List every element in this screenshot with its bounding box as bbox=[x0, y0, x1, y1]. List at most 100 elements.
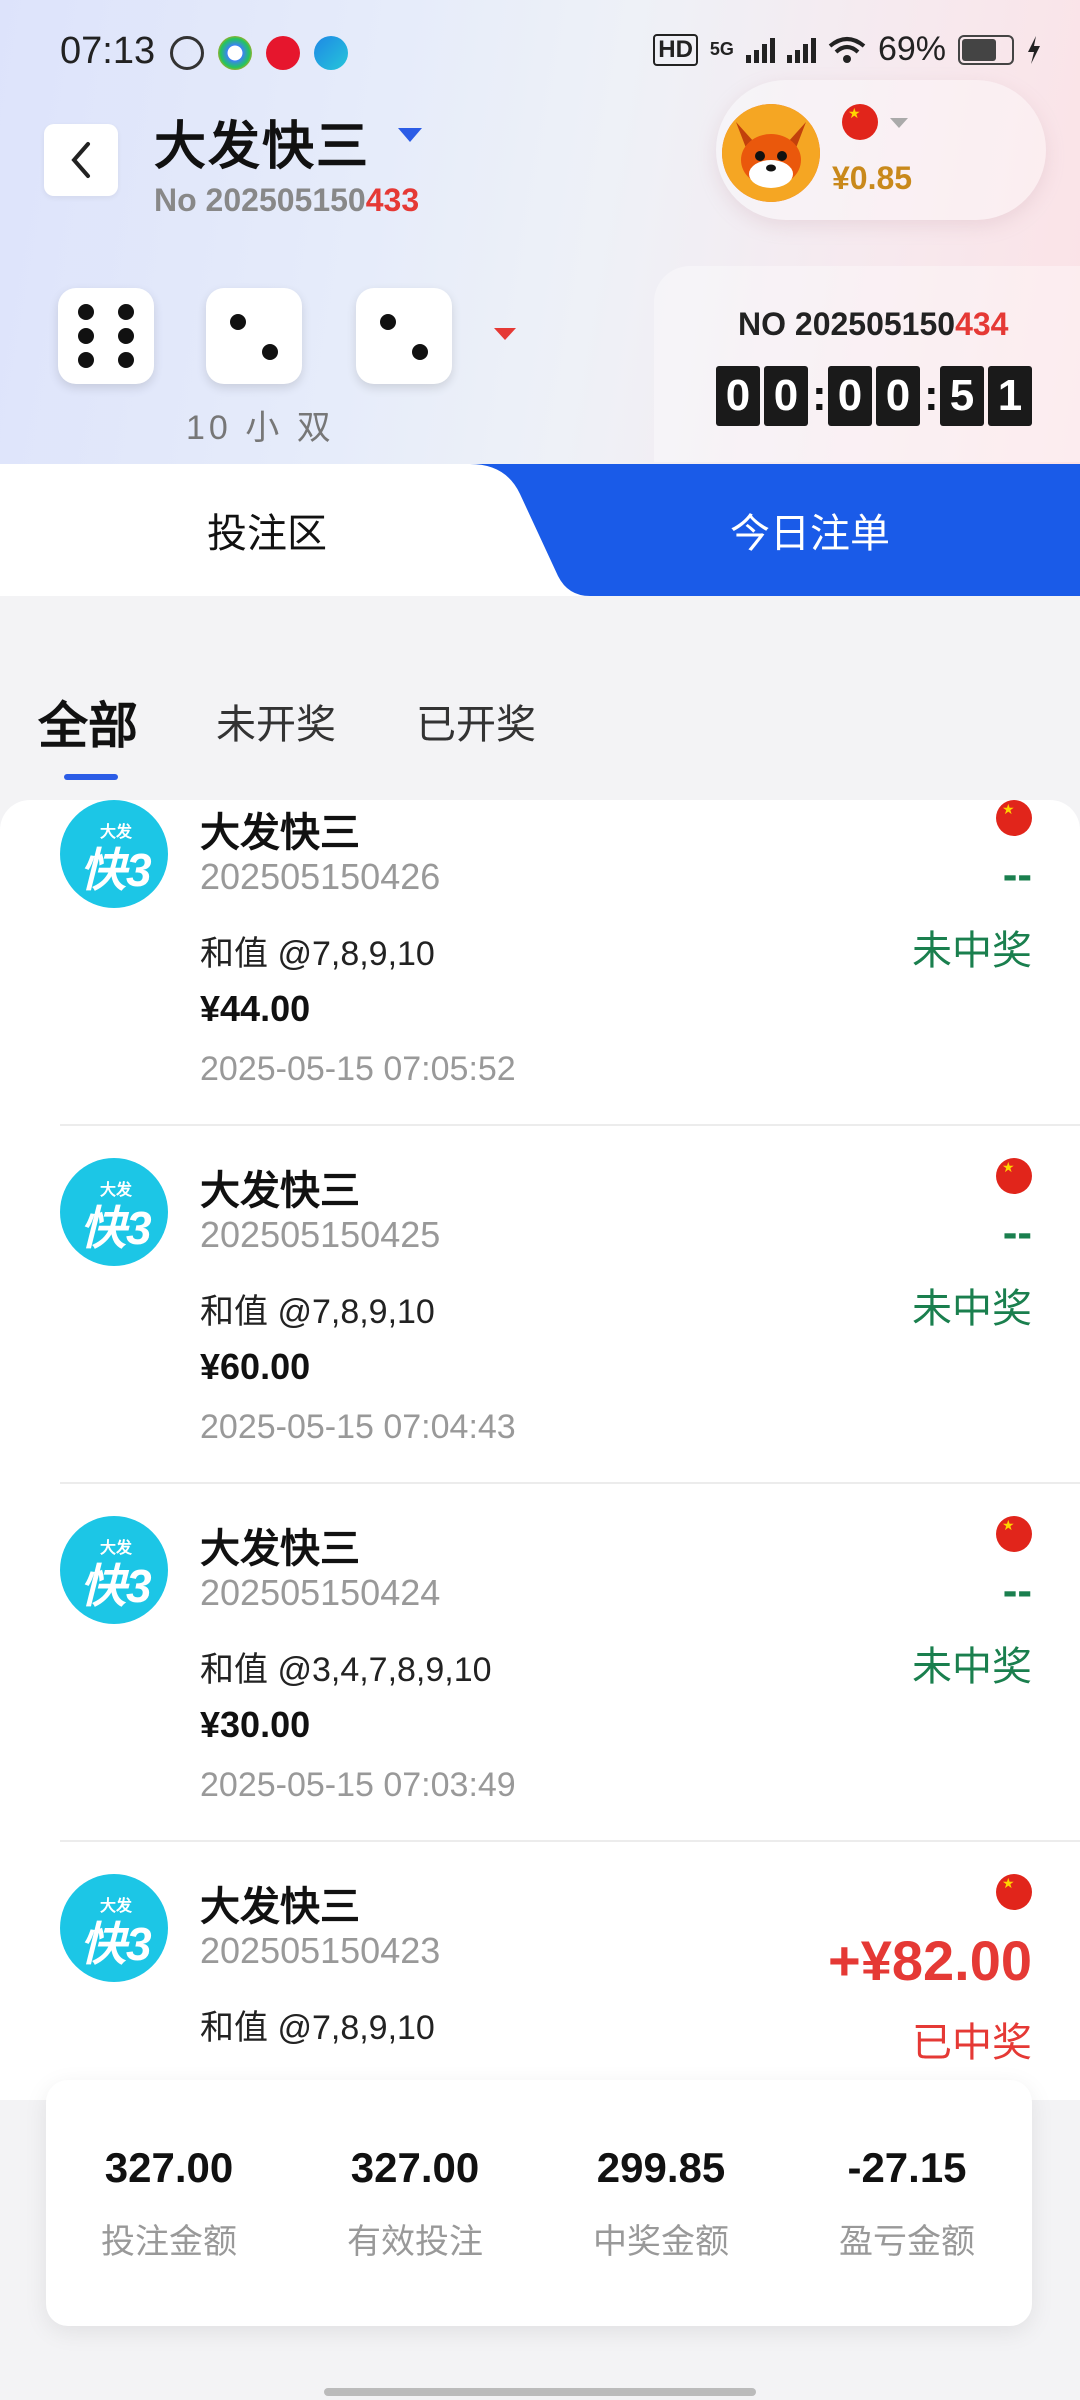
account-balance: ¥0.85 bbox=[832, 160, 913, 196]
game-logo-icon: 大发 快3 bbox=[60, 800, 168, 908]
order-item[interactable]: 大发 快3 大发快三 202505150424 和值 @3,4,7,8,9,10 … bbox=[0, 1516, 1080, 1884]
china-flag-icon bbox=[996, 1158, 1032, 1194]
fox-icon bbox=[722, 104, 820, 202]
next-draw-box bbox=[654, 266, 1080, 462]
network-type-label: 5G bbox=[709, 39, 734, 59]
order-time: 2025-05-15 07:04:43 bbox=[200, 1408, 516, 1446]
charging-icon bbox=[1028, 35, 1040, 64]
status-time: 07:13 bbox=[60, 30, 156, 72]
summary-value: -27.15 bbox=[847, 2144, 967, 2191]
user-dropdown-caret-icon[interactable] bbox=[890, 118, 908, 128]
wifi-icon bbox=[828, 36, 866, 63]
chevron-left-icon bbox=[71, 142, 90, 178]
summary-label: 中奖金额 bbox=[593, 2223, 729, 2261]
china-flag-icon bbox=[996, 1874, 1032, 1910]
order-time: 2025-05-15 07:03:49 bbox=[200, 1766, 516, 1804]
summary-value: 299.85 bbox=[596, 2144, 726, 2191]
order-game-name: 大发快三 bbox=[200, 1527, 360, 1571]
summary-label: 有效投注 bbox=[347, 2223, 483, 2261]
browser-app-icon bbox=[218, 36, 252, 70]
order-status: 未中奖 bbox=[912, 1645, 1032, 1689]
dice-1 bbox=[58, 288, 154, 384]
order-issue: 202505150426 bbox=[200, 856, 441, 897]
filter-all[interactable]: 全部 bbox=[38, 686, 138, 758]
summary-label: 盈亏金额 bbox=[839, 2223, 975, 2261]
countdown-digit: 0 bbox=[876, 366, 920, 426]
signal-icon bbox=[745, 37, 775, 63]
countdown-colon: : bbox=[812, 371, 827, 420]
summary-value: 327.00 bbox=[350, 2144, 480, 2191]
order-pick: 和值 @3,4,7,8,9,10 bbox=[200, 1651, 492, 1689]
divider bbox=[60, 1482, 1080, 1484]
next-issue-number: NO 202505150434 bbox=[738, 306, 1009, 342]
order-item[interactable]: 大发快3 大发快三 202505150423 和值 @7,8,9,10 +¥82… bbox=[0, 1874, 1080, 2100]
order-list[interactable]: 大发 快3 大发快三 202505150426 和值 @7,8,9,10 ¥44.… bbox=[0, 800, 1080, 2100]
order-item[interactable]: 大发 快3 大发快三 202505150425 和值 @7,8,9,10 ¥60.… bbox=[0, 1158, 1080, 1526]
countdown-digit: 0 bbox=[716, 366, 760, 426]
order-game-name: 大发快三 bbox=[200, 811, 360, 855]
last-result-summary: 10 小 双 bbox=[186, 409, 335, 447]
battery-icon bbox=[958, 34, 1014, 65]
tab-today-orders[interactable]: 今日注单 bbox=[540, 464, 1080, 596]
game-select-caret-icon[interactable] bbox=[398, 128, 422, 142]
order-amount: ¥60.00 bbox=[200, 1346, 311, 1387]
china-flag-icon bbox=[996, 800, 1032, 836]
countdown-digit: 1 bbox=[988, 366, 1032, 426]
notification-icons bbox=[170, 36, 348, 70]
order-status: 未中奖 bbox=[912, 929, 1032, 973]
k-app-icon bbox=[170, 36, 204, 70]
order-status: 未中奖 bbox=[912, 1287, 1032, 1331]
order-pick: 和值 @7,8,9,10 bbox=[200, 1293, 435, 1331]
filter-pending[interactable]: 未开奖 bbox=[216, 692, 336, 750]
battery-percent: 69% bbox=[877, 30, 946, 68]
filter-active-indicator bbox=[64, 774, 118, 780]
order-game-name: 大发快三 bbox=[200, 1885, 360, 1929]
order-amount: ¥44.00 bbox=[200, 988, 311, 1029]
summary-bet-amount: 327.00 投注金额 bbox=[46, 2144, 292, 2263]
summary-valid-bet: 327.00 有效投注 bbox=[292, 2144, 538, 2263]
history-caret-icon[interactable] bbox=[494, 328, 516, 340]
countdown-timer: 0 0 : 0 0 : 5 1 bbox=[716, 366, 1032, 426]
order-win-amount: -- bbox=[1002, 1566, 1032, 1615]
order-item[interactable]: 大发 快3 大发快三 202505150426 和值 @7,8,9,10 ¥44.… bbox=[0, 800, 1080, 1168]
countdown-digit: 0 bbox=[764, 366, 808, 426]
game-logo-icon: 大发 快3 bbox=[60, 1516, 168, 1624]
order-pick: 和值 @7,8,9,10 bbox=[200, 935, 435, 973]
summary-card: 327.00 投注金额 327.00 有效投注 299.85 中奖金额 -27.… bbox=[46, 2080, 1032, 2326]
game-logo-icon: 大发 快3 bbox=[60, 1874, 168, 1982]
fox-avatar[interactable] bbox=[722, 104, 820, 202]
dice-2 bbox=[206, 288, 302, 384]
order-issue: 202505150424 bbox=[200, 1572, 441, 1613]
divider bbox=[60, 1124, 1080, 1126]
order-pick: 和值 @7,8,9,10 bbox=[200, 2009, 435, 2047]
divider bbox=[60, 1840, 1080, 1842]
weibo-icon bbox=[266, 36, 300, 70]
order-filter-tabs: 全部 未开奖 已开奖 bbox=[0, 670, 1080, 780]
back-button[interactable] bbox=[44, 124, 118, 196]
order-win-amount: -- bbox=[1002, 1208, 1032, 1257]
edge-icon bbox=[314, 36, 348, 70]
summary-prize-amount: 299.85 中奖金额 bbox=[538, 2144, 784, 2263]
countdown-colon: : bbox=[924, 371, 939, 420]
home-indicator[interactable] bbox=[324, 2388, 756, 2396]
main-tabs: 投注区 今日注单 bbox=[0, 464, 1080, 596]
order-win-amount: +¥82.00 bbox=[828, 1929, 1032, 1992]
status-right: HD 5G 69% bbox=[653, 30, 1042, 69]
order-game-name: 大发快三 bbox=[200, 1169, 360, 1213]
hd-icon: HD bbox=[653, 33, 698, 66]
signal-icon-2 bbox=[786, 37, 816, 63]
summary-label: 投注金额 bbox=[101, 2223, 237, 2261]
china-flag-icon bbox=[996, 1516, 1032, 1552]
order-amount: ¥30.00 bbox=[200, 1704, 311, 1745]
order-time: 2025-05-15 07:05:52 bbox=[200, 1050, 516, 1088]
summary-profit: -27.15 盈亏金额 bbox=[784, 2144, 1030, 2263]
china-flag-icon bbox=[842, 104, 878, 140]
dice-3 bbox=[356, 288, 452, 384]
game-logo-icon: 大发 快3 bbox=[60, 1158, 168, 1266]
summary-value: 327.00 bbox=[104, 2144, 234, 2191]
order-issue: 202505150425 bbox=[200, 1214, 441, 1255]
tab-bet-area[interactable]: 投注区 bbox=[0, 464, 540, 596]
countdown-digit: 0 bbox=[828, 366, 872, 426]
game-title[interactable]: 大发快三 bbox=[154, 104, 370, 179]
filter-drawn[interactable]: 已开奖 bbox=[416, 692, 536, 750]
